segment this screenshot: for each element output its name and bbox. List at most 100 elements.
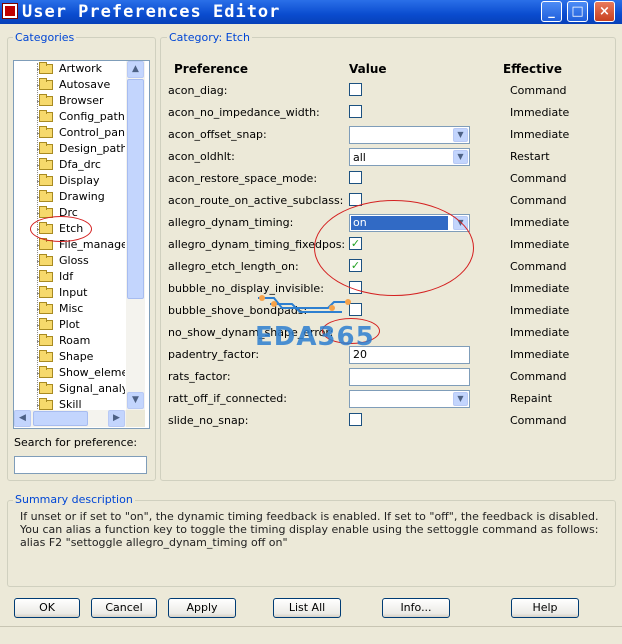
preference-text-input[interactable] — [349, 368, 470, 386]
preference-checkbox[interactable] — [349, 171, 362, 184]
summary-legend: Summary description — [13, 493, 135, 506]
preference-checkbox[interactable] — [349, 83, 362, 96]
scroll-corner — [126, 410, 145, 427]
category-legend: Category: Etch — [167, 31, 252, 44]
search-label: Search for preference: — [14, 436, 138, 449]
chevron-down-icon[interactable]: ▼ — [453, 392, 468, 406]
category-label: Input — [59, 286, 88, 299]
annotation-ellipse — [314, 200, 474, 296]
hscroll-thumb[interactable] — [33, 411, 88, 426]
maximize-button[interactable]: □ — [567, 1, 588, 22]
folder-icon — [39, 286, 53, 298]
effective-label: Command — [510, 260, 567, 273]
categories-list[interactable]: Artwork Autosave Browser Config_paths Contro… — [13, 60, 150, 429]
apply-button[interactable]: Apply — [168, 598, 236, 618]
folder-icon — [39, 382, 53, 394]
folder-icon — [39, 94, 53, 106]
close-button[interactable]: × — [594, 1, 615, 22]
category-item[interactable]: Signal_analys — [14, 381, 125, 397]
folder-icon — [39, 318, 53, 330]
scroll-down-icon[interactable]: ▼ — [127, 392, 144, 409]
folder-icon — [39, 238, 53, 250]
category-item[interactable]: Artwork — [14, 61, 125, 77]
category-item[interactable]: Config_paths — [14, 109, 125, 125]
effective-label: Immediate — [510, 304, 570, 317]
preference-row: padentry_factor: 20 Immediate — [168, 344, 588, 366]
category-item[interactable]: Design_paths — [14, 141, 125, 157]
category-label: Design_paths — [59, 142, 125, 155]
categories-horizontal-scrollbar[interactable]: ◀ ▶ — [14, 410, 126, 427]
help-button[interactable]: Help — [511, 598, 579, 618]
categories-legend: Categories — [13, 31, 77, 44]
effective-label: Repaint — [510, 392, 552, 405]
effective-label: Restart — [510, 150, 550, 163]
summary-text: If unset or if set to "on", the dynamic … — [20, 510, 599, 549]
folder-icon — [39, 254, 53, 266]
app-icon[interactable] — [2, 3, 18, 19]
effective-label: Immediate — [510, 128, 570, 141]
watermark-trace — [258, 295, 351, 313]
preference-checkbox[interactable] — [349, 105, 362, 118]
effective-label: Immediate — [510, 238, 570, 251]
folder-icon — [39, 302, 53, 314]
preference-combo[interactable]: all ▼ — [349, 148, 470, 166]
scroll-right-icon[interactable]: ▶ — [108, 410, 125, 427]
effective-header: Effective — [503, 62, 562, 76]
folder-icon — [39, 350, 53, 362]
effective-label: Command — [510, 370, 567, 383]
folder-icon — [39, 334, 53, 346]
watermark-logo: EDA365 — [255, 322, 375, 352]
folder-icon — [39, 78, 53, 90]
preference-checkbox[interactable] — [349, 413, 362, 426]
scroll-up-icon[interactable]: ▲ — [127, 61, 144, 78]
preference-combo[interactable]: ▼ — [349, 390, 470, 408]
category-item[interactable]: Roam — [14, 333, 125, 349]
category-label: Control_panel — [59, 126, 125, 139]
preference-row: acon_offset_snap: ▼ Immediate — [168, 124, 588, 146]
info-button[interactable]: Info... — [382, 598, 450, 618]
status-bar — [0, 626, 622, 644]
chevron-down-icon[interactable]: ▼ — [453, 150, 468, 164]
list-all-button[interactable]: List All — [273, 598, 341, 618]
scroll-thumb[interactable] — [127, 79, 144, 299]
folder-icon — [39, 110, 53, 122]
preference-name: acon_oldhlt: — [168, 150, 235, 163]
preference-name: acon_offset_snap: — [168, 128, 267, 141]
minimize-button[interactable]: _ — [541, 1, 562, 22]
category-item[interactable]: Drawing — [14, 189, 125, 205]
preference-name: rats_factor: — [168, 370, 231, 383]
category-item[interactable]: Show_elemen — [14, 365, 125, 381]
preference-row: rats_factor: Command — [168, 366, 588, 388]
category-item[interactable]: Browser — [14, 93, 125, 109]
category-item[interactable]: Dfa_drc — [14, 157, 125, 173]
effective-label: Command — [510, 172, 567, 185]
annotation-circle — [30, 216, 92, 242]
category-item[interactable]: Misc — [14, 301, 125, 317]
category-item[interactable]: Autosave — [14, 77, 125, 93]
ok-button[interactable]: OK — [14, 598, 80, 618]
category-item[interactable]: Idf — [14, 269, 125, 285]
category-item[interactable]: Gloss — [14, 253, 125, 269]
category-label: Artwork — [59, 62, 102, 75]
search-input[interactable] — [14, 456, 147, 474]
preference-row: bubble_shove_bondpads: Immediate — [168, 300, 588, 322]
effective-label: Immediate — [510, 326, 570, 339]
category-item[interactable]: Control_panel — [14, 125, 125, 141]
category-item[interactable]: Input — [14, 285, 125, 301]
title-bar[interactable]: User Preferences Editor _ □ × — [0, 0, 622, 24]
categories-vertical-scrollbar[interactable]: ▲ ▼ — [126, 61, 145, 410]
category-item[interactable]: Shape — [14, 349, 125, 365]
preference-combo[interactable]: ▼ — [349, 126, 470, 144]
category-item[interactable]: Plot — [14, 317, 125, 333]
preference-name: acon_no_impedance_width: — [168, 106, 320, 119]
effective-label: Immediate — [510, 348, 570, 361]
category-label: Roam — [59, 334, 91, 347]
category-item[interactable]: Display — [14, 173, 125, 189]
scroll-left-icon[interactable]: ◀ — [14, 410, 31, 427]
folder-icon — [39, 366, 53, 378]
category-label: Config_paths — [59, 110, 125, 123]
effective-label: Command — [510, 194, 567, 207]
chevron-down-icon[interactable]: ▼ — [453, 128, 468, 142]
cancel-button[interactable]: Cancel — [91, 598, 157, 618]
preference-row: acon_oldhlt: all ▼ Restart — [168, 146, 588, 168]
